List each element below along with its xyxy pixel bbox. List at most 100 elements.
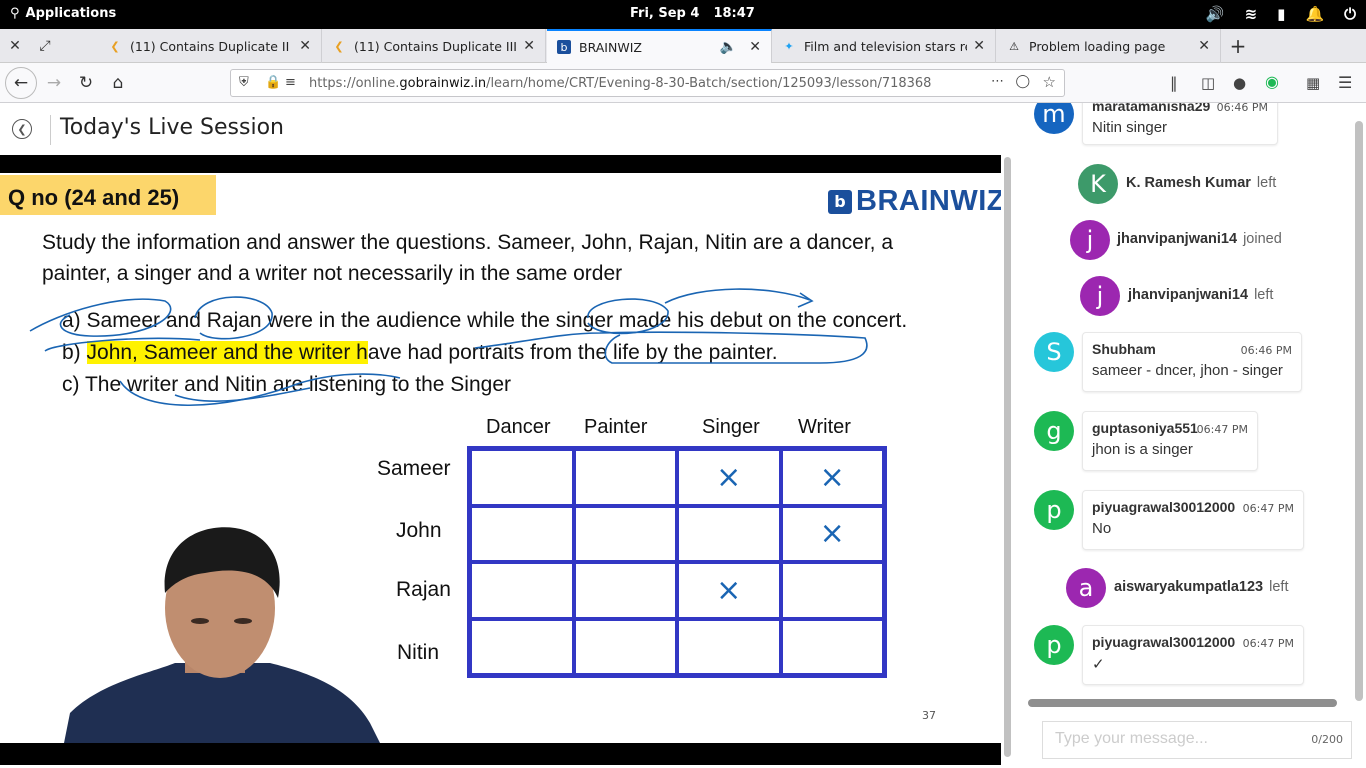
chat-scrollbar[interactable] xyxy=(1355,121,1363,701)
message-time: 06:46 PM xyxy=(1240,344,1292,357)
shield-icon[interactable]: ⛨ xyxy=(239,75,249,90)
url-text[interactable]: https://online.gobrainwiz.in/learn/home/… xyxy=(309,76,931,91)
close-tab-icon[interactable]: ✕ xyxy=(299,38,311,54)
grid-cell xyxy=(470,618,574,675)
grid-cell: × xyxy=(677,449,781,506)
tab-brainwiz[interactable]: b BRAINWIZ 🔈 ✕ xyxy=(547,29,772,63)
tab-problem-loading[interactable]: ⚠ Problem loading page ✕ xyxy=(997,29,1221,63)
wifi-icon[interactable]: ≋ xyxy=(1245,5,1258,23)
system-action: left xyxy=(1269,579,1289,595)
sidebar-icon[interactable]: ◫ xyxy=(1201,74,1215,92)
system-user: jhanvipanjwani14 xyxy=(1128,287,1249,303)
new-tab-icon[interactable]: + xyxy=(1224,29,1252,63)
message-time: 06:47 PM xyxy=(1242,502,1294,515)
menu-icon[interactable]: ☰ xyxy=(1338,73,1352,92)
message-text: ✓ xyxy=(1092,656,1105,673)
message-text: Nitin singer xyxy=(1092,119,1168,136)
scrollbar-thumb[interactable] xyxy=(1004,157,1011,757)
applications-label: Applications xyxy=(25,6,117,21)
grammarly-icon[interactable]: ◉ xyxy=(1265,72,1279,91)
system-user: jhanvipanjwani14 xyxy=(1117,231,1238,247)
volume-icon[interactable]: 🔊 xyxy=(1206,5,1225,23)
close-tab-icon[interactable]: ✕ xyxy=(749,39,761,55)
time-label: 18:47 xyxy=(713,6,755,21)
message-input[interactable] xyxy=(1055,730,1295,748)
date-label: Fri, Sep 4 xyxy=(630,6,700,21)
chat-horizontal-scrollbar[interactable] xyxy=(1028,699,1337,707)
close-tab-icon[interactable]: ✕ xyxy=(523,38,535,54)
bookmark-star-icon[interactable]: ☆ xyxy=(1043,73,1056,91)
power-icon[interactable]: ⏻ xyxy=(1344,5,1356,23)
speaker-icon[interactable]: 🔈 xyxy=(720,39,737,55)
brainwiz-icon: b xyxy=(557,40,571,54)
avatar: a xyxy=(1066,568,1106,608)
video-player[interactable]: Q no (24 and 25) b BRAINWIZ Study the in… xyxy=(0,155,1001,765)
restore-icon[interactable]: ⤢ xyxy=(30,29,60,63)
back-icon[interactable]: ← xyxy=(5,67,37,99)
close-window-icon[interactable]: ✕ xyxy=(0,29,30,63)
tab-twitter[interactable]: ✦ Film and television stars resu ✕ xyxy=(772,29,996,63)
search-icon: ⚲ xyxy=(10,6,20,21)
close-tab-icon[interactable]: ✕ xyxy=(973,38,985,54)
forward-icon[interactable]: → xyxy=(40,69,68,97)
message-bubble: Shubham 06:46 PM sameer - dncer, jhon - … xyxy=(1082,332,1302,392)
more-actions-icon[interactable]: ⋯ xyxy=(991,74,1004,89)
avatar: S xyxy=(1034,332,1074,372)
cross-mark: × xyxy=(716,459,742,495)
page-header: ❮ Today's Live Session xyxy=(0,103,1015,153)
grid-cell xyxy=(470,505,574,562)
grid-cell xyxy=(573,449,677,506)
notification-icon[interactable]: 🔔 xyxy=(1305,5,1324,23)
battery-icon[interactable]: ▮ xyxy=(1277,5,1285,23)
system-user: K. Ramesh Kumar xyxy=(1126,175,1251,191)
grid-cell xyxy=(573,562,677,619)
avatar: K xyxy=(1078,164,1118,204)
column-header-painter: Painter xyxy=(584,416,648,438)
grid-cell xyxy=(470,562,574,619)
grid-cell xyxy=(573,618,677,675)
tab-contains-duplicate-ii[interactable]: ❮ (11) Contains Duplicate II - Le ✕ xyxy=(98,29,322,63)
avatar: j xyxy=(1070,220,1110,260)
account-icon[interactable]: ● xyxy=(1233,74,1246,92)
message-bubble: piyuagrawal30012000 06:47 PM ✓ xyxy=(1082,625,1304,685)
applications-menu[interactable]: ⚲ Applications xyxy=(10,6,116,21)
grid-cell xyxy=(780,562,884,619)
home-icon[interactable]: ⌂ xyxy=(104,69,132,97)
message-text: No xyxy=(1092,520,1112,537)
url-bar[interactable]: ⛨ 🔒 ≡ https://online.gobrainwiz.in/learn… xyxy=(230,69,1065,97)
row-header-nitin: Nitin xyxy=(397,641,440,664)
cross-mark: × xyxy=(819,516,845,552)
message-text: jhon is a singer xyxy=(1092,441,1193,458)
message-bubble: maratamanisha29 06:46 PM Nitin singer xyxy=(1082,103,1278,145)
video-scrollbar[interactable] xyxy=(1003,155,1012,759)
system-action: joined xyxy=(1243,231,1282,247)
back-arrow-icon[interactable]: ❮ xyxy=(12,119,32,139)
tab-contains-duplicate-iii[interactable]: ❮ (11) Contains Duplicate III - Le ✕ xyxy=(322,29,546,63)
chat-input-box: 0/200 xyxy=(1042,721,1352,759)
character-counter: 0/200 xyxy=(1311,733,1343,746)
message-text: sameer - dncer, jhon - singer xyxy=(1092,362,1283,379)
system-action: left xyxy=(1256,175,1277,191)
row-header-rajan: Rajan xyxy=(396,578,451,601)
system-top-bar: ⚲ Applications Fri, Sep 4 18:47 🔊 ≋ ▮ 🔔 ⏻ xyxy=(0,0,1366,29)
system-action: left xyxy=(1254,287,1274,303)
library-icon[interactable]: ‖ xyxy=(1170,74,1178,92)
warning-icon: ⚠ xyxy=(1009,39,1019,53)
message-time: 06:46 PM xyxy=(1216,103,1268,114)
lock-icon[interactable]: 🔒 xyxy=(265,75,281,90)
message-bubble: guptasoniya551 06:47 PM jhon is a singer xyxy=(1082,411,1258,471)
pocket-icon[interactable]: ◯ xyxy=(1015,74,1030,89)
permissions-icon[interactable]: ≡ xyxy=(285,75,296,90)
grid-cell: × xyxy=(780,505,884,562)
avatar: g xyxy=(1034,411,1074,451)
column-header-singer: Singer xyxy=(702,416,760,438)
column-header-dancer: Dancer xyxy=(486,416,551,438)
grid-cell xyxy=(677,618,781,675)
system-tray: 🔊 ≋ ▮ 🔔 ⏻ xyxy=(1206,5,1356,23)
reload-icon[interactable]: ↻ xyxy=(72,69,100,97)
grid-cell xyxy=(780,618,884,675)
close-tab-icon[interactable]: ✕ xyxy=(1198,38,1210,54)
grid-cell xyxy=(677,505,781,562)
extensions-icon[interactable]: ▦ xyxy=(1306,74,1320,92)
clock[interactable]: Fri, Sep 4 18:47 xyxy=(630,6,769,21)
